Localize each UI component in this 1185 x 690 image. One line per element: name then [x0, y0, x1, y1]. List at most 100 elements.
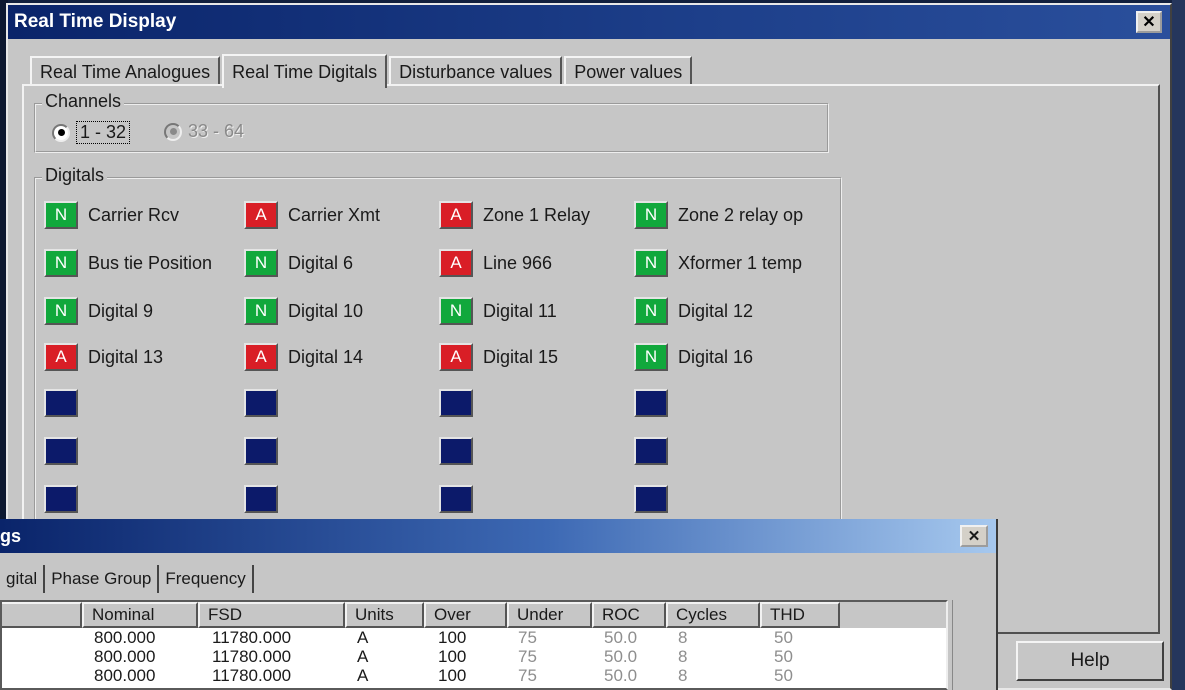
window-title: Real Time Display	[14, 11, 177, 32]
digital-indicator	[439, 437, 483, 465]
digital-state-indicator: N	[634, 249, 668, 277]
digital-indicator: N Bus tie Position	[44, 249, 212, 277]
digital-indicator: N Digital 16	[634, 343, 753, 371]
digital-label: Zone 2 relay op	[678, 204, 804, 225]
table-cell: 100	[438, 647, 467, 666]
digital-state-indicator	[634, 437, 668, 465]
digital-state-indicator	[439, 437, 473, 465]
digital-indicator: A Digital 14	[244, 343, 363, 371]
digital-label: Digital 13	[88, 346, 164, 367]
radio-label-1-32: 1 - 32	[76, 121, 131, 144]
table-cell: A	[357, 666, 369, 685]
table-cell: 50.0	[604, 628, 638, 647]
digital-label: Carrier Xmt	[288, 204, 381, 225]
digital-indicator: N Digital 12	[634, 297, 753, 325]
digital-indicator: A Carrier Xmt	[244, 201, 380, 229]
title-bar[interactable]: Real Time Display ✕	[8, 5, 1170, 39]
digital-state-indicator: A	[439, 201, 473, 229]
table-cell: 11780.000	[212, 666, 292, 685]
settings-title-bar[interactable]: gs ✕	[0, 519, 996, 553]
digital-state-indicator: A	[439, 249, 473, 277]
digital-state-indicator: A	[244, 201, 278, 229]
digitals-label: Digitals	[42, 165, 108, 186]
column-header[interactable]: Nominal	[82, 602, 198, 628]
radio-channels-33-64[interactable]: 33 - 64	[164, 121, 244, 142]
column-header[interactable]: Over	[424, 602, 507, 628]
tab-real-time-digitals[interactable]: Real Time Digitals	[222, 54, 388, 88]
settings-grid[interactable]: meNominalFSDUnitsOverUnderROCCyclesTHD 8…	[0, 600, 948, 690]
digital-indicator: N Digital 10	[244, 297, 363, 325]
digital-state-indicator	[44, 485, 78, 513]
table-cell: 8	[678, 666, 688, 685]
digital-state-indicator	[244, 485, 278, 513]
digital-state-indicator: N	[439, 297, 473, 325]
column-header[interactable]: THD	[760, 602, 840, 628]
digital-state-indicator	[439, 485, 473, 513]
digital-label: Carrier Rcv	[88, 204, 180, 225]
digital-state-indicator: N	[244, 297, 278, 325]
column-header[interactable]: Cycles	[666, 602, 760, 628]
digital-state-indicator: N	[44, 297, 78, 325]
column-header[interactable]: ROC	[592, 602, 666, 628]
digital-state-indicator: A	[244, 343, 278, 371]
digital-state-indicator: N	[44, 249, 78, 277]
channels-group: Channels 1 - 32 33 - 64	[34, 91, 829, 153]
digital-indicator	[634, 389, 678, 417]
digital-indicator	[244, 485, 288, 513]
digital-state-indicator	[44, 437, 78, 465]
radio-channels-1-32[interactable]: 1 - 32	[52, 121, 131, 144]
digital-label: Xformer 1 temp	[678, 252, 803, 273]
digital-indicator	[634, 437, 678, 465]
digital-label: Digital 16	[678, 346, 754, 367]
column-header[interactable]: FSD	[198, 602, 345, 628]
digital-indicator	[244, 389, 288, 417]
settings-close-button[interactable]: ✕	[960, 525, 988, 547]
column-header[interactable]: Units	[345, 602, 424, 628]
table-cell: 100	[438, 628, 467, 647]
digital-label: Digital 10	[288, 300, 364, 321]
digital-indicator: N Zone 2 relay op	[634, 201, 803, 229]
grid-scrollbar[interactable]	[952, 600, 982, 690]
tab-real-time-analogues[interactable]: Real Time Analogues	[30, 56, 221, 86]
digital-indicator: N Xformer 1 temp	[634, 249, 802, 277]
column-header[interactable]: Under	[507, 602, 592, 628]
table-cell: 100	[438, 666, 467, 685]
digital-state-indicator: N	[634, 343, 668, 371]
radio-button-icon[interactable]	[52, 123, 70, 142]
digital-indicator	[244, 437, 288, 465]
digital-state-indicator	[439, 389, 473, 417]
table-cell: 800.000	[94, 666, 156, 685]
digital-label: Bus tie Position	[88, 252, 213, 273]
digital-indicator: A Line 966	[439, 249, 552, 277]
tab-frequency[interactable]: Frequency	[159, 565, 254, 593]
desktop-background-right	[1172, 0, 1185, 690]
table-cell: 800.000	[94, 628, 156, 647]
close-button[interactable]: ✕	[1136, 11, 1162, 33]
digital-indicator: A Digital 13	[44, 343, 163, 371]
help-button[interactable]: Help	[1016, 641, 1164, 681]
grid-header: meNominalFSDUnitsOverUnderROCCyclesTHD	[2, 602, 946, 628]
digital-state-indicator: N	[634, 297, 668, 325]
tab-power-values[interactable]: Power values	[564, 56, 693, 86]
radio-button-icon[interactable]	[164, 122, 182, 141]
digital-indicator: N Digital 11	[439, 297, 557, 325]
table-cell: 50.0	[604, 666, 638, 685]
table-cell: 75	[518, 647, 537, 666]
settings-window: gs ✕ gital Phase Group Frequency meNomin…	[0, 519, 998, 690]
table-cell: 50	[774, 666, 793, 685]
digital-indicator	[44, 389, 88, 417]
tab-phase-group[interactable]: Phase Group	[45, 565, 160, 593]
radio-label-33-64: 33 - 64	[188, 121, 245, 141]
table-cell: 8	[678, 628, 688, 647]
table-cell: 11780.000	[212, 647, 292, 666]
table-cell: 50	[774, 628, 793, 647]
digital-state-indicator	[634, 485, 668, 513]
column-header[interactable]: me	[2, 602, 82, 628]
table-cell: A	[357, 647, 369, 666]
digital-state-indicator	[244, 389, 278, 417]
table-cell: 75	[518, 666, 537, 685]
tab-digital[interactable]: gital	[0, 565, 46, 593]
tab-disturbance-values[interactable]: Disturbance values	[389, 56, 563, 86]
digital-state-indicator: A	[44, 343, 78, 371]
table-cell: 8	[678, 647, 688, 666]
